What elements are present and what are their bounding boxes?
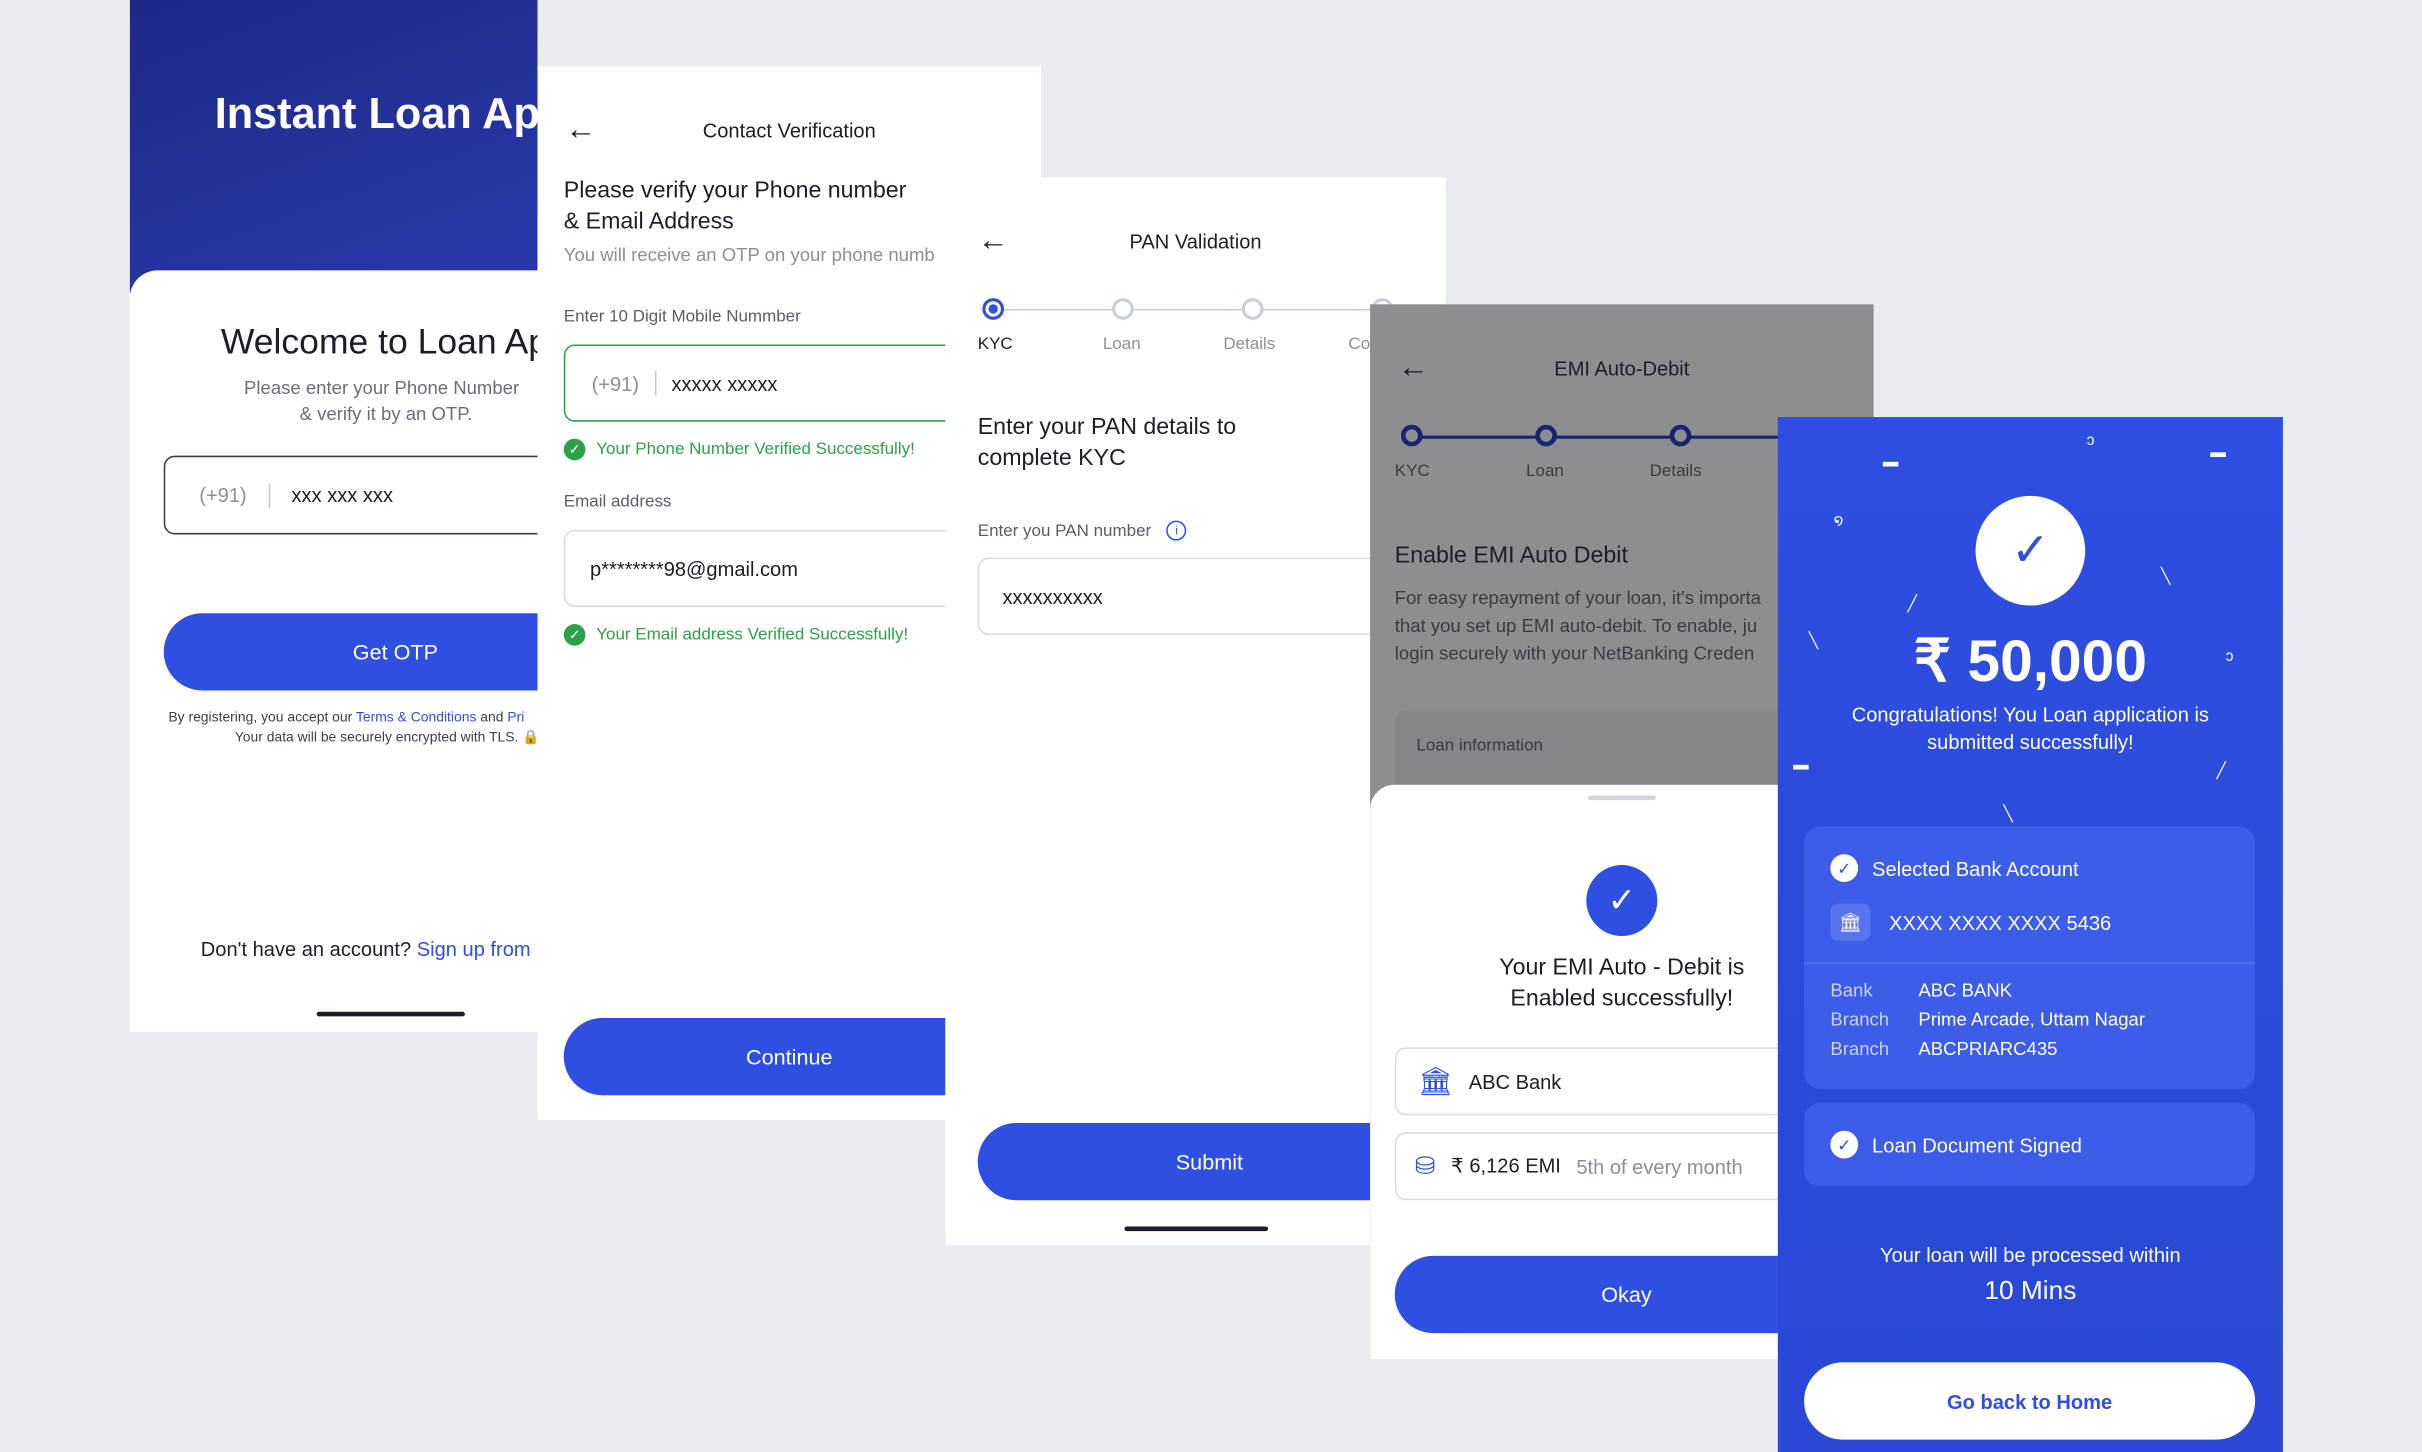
- pan-value: xxxxxxxxxx: [1002, 584, 1103, 608]
- signup-link[interactable]: Sign up from: [417, 938, 531, 961]
- account-number: XXXX XXXX XXXX 5436: [1889, 910, 2112, 934]
- confetti: ▬ ↄ ▬ ໑ ╲ ╱ ↄ ╲ ▬ ╱ ╲: [1793, 432, 2234, 824]
- hero-title: Instant Loan Ap: [214, 89, 538, 138]
- info-icon[interactable]: i: [1166, 520, 1187, 541]
- get-otp-button[interactable]: Get OTP: [163, 613, 538, 691]
- process-line: Your loan will be processed within: [1880, 1243, 2181, 1267]
- terms-link[interactable]: Terms & Conditions: [356, 709, 477, 724]
- screen-title: PAN Validation: [1129, 230, 1262, 254]
- home-indicator: [316, 1011, 465, 1017]
- heading-2: & Email Address: [563, 208, 734, 235]
- step-label-complete: Co: [1348, 335, 1371, 354]
- bank-label: Bank: [1830, 979, 1873, 1001]
- branch-code-label: Branch: [1830, 1038, 1890, 1060]
- step-kyc: [1400, 424, 1423, 447]
- loan-amount: ₹ 50,000: [1913, 630, 2147, 696]
- screen-title: Contact Verification: [702, 118, 876, 143]
- signup-row: Don't have an account? Sign up from: [200, 937, 531, 961]
- go-home-button[interactable]: Go back to Home: [1804, 1362, 2256, 1440]
- success-check-icon: ✓: [1586, 865, 1658, 937]
- sub-text: You will receive an OTP on your phone nu…: [563, 244, 935, 266]
- phone-value: xxx xxx xxx: [291, 483, 394, 507]
- account-row: 🏛 XXXX XXXX XXXX 5436: [1830, 903, 2112, 941]
- country-code: (+91): [199, 483, 247, 507]
- selected-bank-row: ✓ Selected Bank Account: [1830, 854, 2079, 883]
- heading: Enable EMI Auto Debit: [1394, 542, 1628, 569]
- legal-text: By registering, you accept our Terms & C…: [168, 709, 525, 725]
- bank-value: ABC BANK: [1918, 979, 2013, 1001]
- step-loan: [1535, 424, 1557, 447]
- step-details: [1241, 298, 1264, 320]
- login-hero: Instant Loan Ap: [129, 0, 538, 294]
- privacy-link[interactable]: Pri: [507, 709, 524, 724]
- email-value: p********98@gmail.com: [590, 556, 798, 581]
- mobile-value: xxxxx xxxxx: [671, 371, 778, 395]
- card-divider: [1804, 962, 2256, 964]
- emi-schedule: 5th of every month: [1576, 1154, 1743, 1178]
- country-code: (+91): [591, 371, 640, 395]
- pan-label: Enter you PAN number i: [978, 520, 1187, 541]
- step-label-details: Details: [1223, 335, 1276, 354]
- emi-amount: ₹ 6,126 EMI: [1451, 1153, 1561, 1178]
- success-screen: ▬ ↄ ▬ ໑ ╲ ╱ ↄ ╲ ▬ ╱ ╲ ✓ ₹ 50,000 Congrat…: [1777, 417, 2283, 1452]
- welcome-sub-2: & verify it by an OTP.: [299, 403, 473, 425]
- congrats-2: submitted successfully!: [1927, 730, 2134, 754]
- step-label-kyc: KYC: [977, 335, 1013, 354]
- screen-title: EMI Auto-Debit: [1554, 356, 1690, 380]
- check-circle-icon: ✓: [1830, 854, 1859, 883]
- bank-account-card: ✓ Selected Bank Account 🏛 XXXX XXXX XXXX…: [1804, 826, 2256, 1090]
- branch-code-value: ABCPRIARC435: [1918, 1038, 2058, 1060]
- phone-verified-message: ✓ Your Phone Number Verified Successfully…: [563, 438, 915, 461]
- heading-1: Enter your PAN details to: [977, 413, 1237, 441]
- desc-2: that you set up EMI auto-debit. To enabl…: [1394, 614, 1758, 637]
- step-kyc: [982, 298, 1004, 320]
- bank-icon: 🏛: [1830, 903, 1871, 941]
- step-details: [1669, 424, 1692, 447]
- desc-1: For easy repayment of your loan, it's im…: [1394, 586, 1761, 609]
- step-label-loan: Loan: [1102, 335, 1141, 354]
- legal-text-2: Your data will be securely encrypted wit…: [234, 729, 538, 745]
- divider: [268, 482, 270, 508]
- mobile-label: Enter 10 Digit Mobile Nummber: [563, 307, 801, 326]
- welcome-title: Welcome to Loan Ap: [220, 321, 538, 362]
- desc-3: login securely with your NetBanking Cred…: [1394, 642, 1755, 665]
- email-verified-message: ✓ Your Email address Verified Successfull…: [563, 624, 908, 646]
- login-sheet: Welcome to Loan Ap Please enter your Pho…: [129, 270, 538, 1032]
- loan-info-label: Loan information: [1416, 736, 1543, 756]
- bank-icon: 🏛: [1417, 1065, 1454, 1096]
- sheet-handle: [1587, 795, 1656, 801]
- heading-1: Please verify your Phone number: [563, 177, 907, 204]
- branch-label: Branch: [1830, 1008, 1890, 1031]
- step-label-loan: Loan: [1526, 461, 1564, 481]
- doc-signed-card: ✓ Loan Document Signed: [1804, 1102, 2256, 1187]
- step-label-kyc: KYC: [1394, 461, 1430, 481]
- congrats-1: Congratulations! You Loan application is: [1851, 702, 2209, 727]
- email-label: Email address: [563, 492, 672, 512]
- welcome-sub-1: Please enter your Phone Number: [244, 376, 520, 399]
- home-indicator: [1124, 1226, 1269, 1232]
- divider: [654, 370, 657, 396]
- check-circle-icon: ✓: [563, 438, 586, 461]
- bank-name: ABC Bank: [1468, 1069, 1562, 1093]
- heading-2: complete KYC: [977, 444, 1126, 472]
- phone-input[interactable]: (+91) xxx xxx xxx: [163, 455, 538, 535]
- login-screen: Instant Loan Ap Welcome to Loan Ap Pleas…: [129, 0, 538, 1032]
- process-time: 10 Mins: [1984, 1275, 2077, 1306]
- step-loan: [1112, 298, 1134, 320]
- check-circle-icon: ✓: [1830, 1130, 1859, 1159]
- check-circle-icon: ✓: [563, 624, 586, 646]
- branch-value: Prime Arcade, Uttam Nagar: [1918, 1008, 2146, 1031]
- coins-icon: ⛁: [1414, 1153, 1436, 1181]
- step-label-details: Details: [1649, 461, 1702, 481]
- success-check-icon: ✓: [1975, 495, 2086, 606]
